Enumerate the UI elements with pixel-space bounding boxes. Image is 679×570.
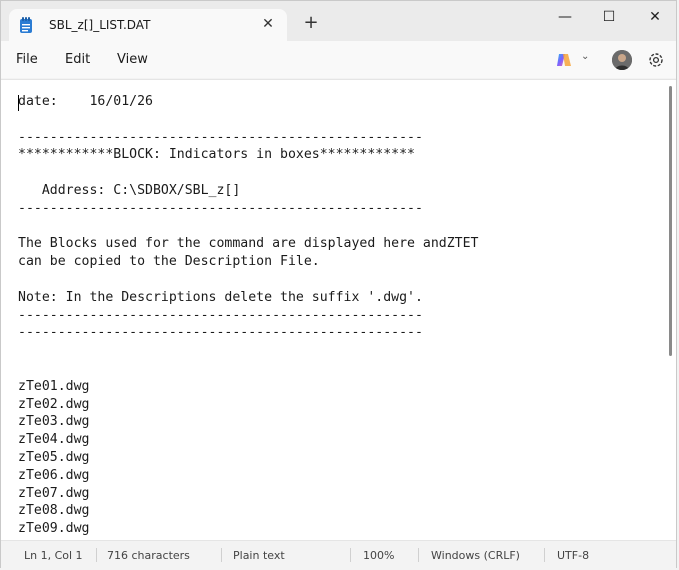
editor-line: zTe06.dwg xyxy=(18,467,90,483)
editor-line: zTe04.dwg xyxy=(18,432,90,448)
editor-line: zTe01.dwg xyxy=(18,378,90,394)
editor-line: zTe05.dwg xyxy=(18,449,90,465)
character-count: 716 characters xyxy=(107,549,190,562)
status-bar: Ln 1, Col 1 716 characters Plain text 10… xyxy=(1,540,676,569)
zoom-level[interactable]: 100% xyxy=(363,549,394,562)
editor-line: zTe09.dwg xyxy=(18,521,90,537)
editor-line: Note: In the Descriptions delete the suf… xyxy=(18,289,423,305)
maximize-button[interactable]: ☐ xyxy=(589,5,629,29)
editor-line: ----------------------------------------… xyxy=(18,325,423,341)
encoding[interactable]: UTF-8 xyxy=(557,549,589,562)
editor-line: zTe07.dwg xyxy=(18,485,90,501)
tab-close-icon[interactable]: ✕ xyxy=(259,15,277,33)
editor-line: date: 16/01/26 xyxy=(18,94,153,109)
title-bar: SBL_z[]_LIST.DAT ✕ + — ☐ ✕ xyxy=(1,1,676,41)
notepad-icon xyxy=(20,17,32,33)
menu-edit[interactable]: Edit xyxy=(65,52,90,67)
close-button[interactable]: ✕ xyxy=(635,5,675,29)
tab-active[interactable]: SBL_z[]_LIST.DAT ✕ xyxy=(9,9,287,41)
chevron-down-icon[interactable]: ⌄ xyxy=(581,51,589,62)
cursor-position: Ln 1, Col 1 xyxy=(24,549,83,562)
editor-line: ----------------------------------------… xyxy=(18,307,423,323)
notepad-window: SBL_z[]_LIST.DAT ✕ + — ☐ ✕ File Edit Vie… xyxy=(0,0,677,569)
menu-bar: File Edit View ⌄ xyxy=(1,41,676,78)
menu-file[interactable]: File xyxy=(16,52,38,67)
text-caret xyxy=(18,95,19,111)
minimize-button[interactable]: — xyxy=(545,5,585,29)
editor-line: zTe02.dwg xyxy=(18,396,90,412)
tab-title: SBL_z[]_LIST.DAT xyxy=(49,18,151,32)
status-divider xyxy=(544,548,545,562)
avatar[interactable] xyxy=(612,50,632,70)
vertical-scrollbar[interactable] xyxy=(669,86,672,356)
editor-line: zTe08.dwg xyxy=(18,503,90,519)
editor-line: The Blocks used for the command are disp… xyxy=(18,236,479,252)
new-tab-button[interactable]: + xyxy=(301,13,321,33)
status-divider xyxy=(221,548,222,562)
file-format: Plain text xyxy=(233,549,285,562)
status-divider xyxy=(96,548,97,562)
status-divider xyxy=(418,548,419,562)
text-editor[interactable]: date: 16/01/26 -------------------------… xyxy=(1,79,676,540)
editor-line: zTe03.dwg xyxy=(18,414,90,430)
line-ending[interactable]: Windows (CRLF) xyxy=(431,549,520,562)
editor-line: ************BLOCK: Indicators in boxes**… xyxy=(18,147,415,163)
editor-content[interactable]: date: 16/01/26 -------------------------… xyxy=(18,93,479,538)
gear-icon[interactable] xyxy=(646,50,666,70)
editor-line: Address: C:\SDBOX/SBL_z[] xyxy=(18,182,241,198)
status-divider xyxy=(350,548,351,562)
editor-line: ----------------------------------------… xyxy=(18,200,423,216)
copilot-icon[interactable] xyxy=(555,51,573,69)
editor-line: can be copied to the Description File. xyxy=(18,254,320,270)
menu-view[interactable]: View xyxy=(117,52,148,67)
editor-line: ----------------------------------------… xyxy=(18,129,423,145)
